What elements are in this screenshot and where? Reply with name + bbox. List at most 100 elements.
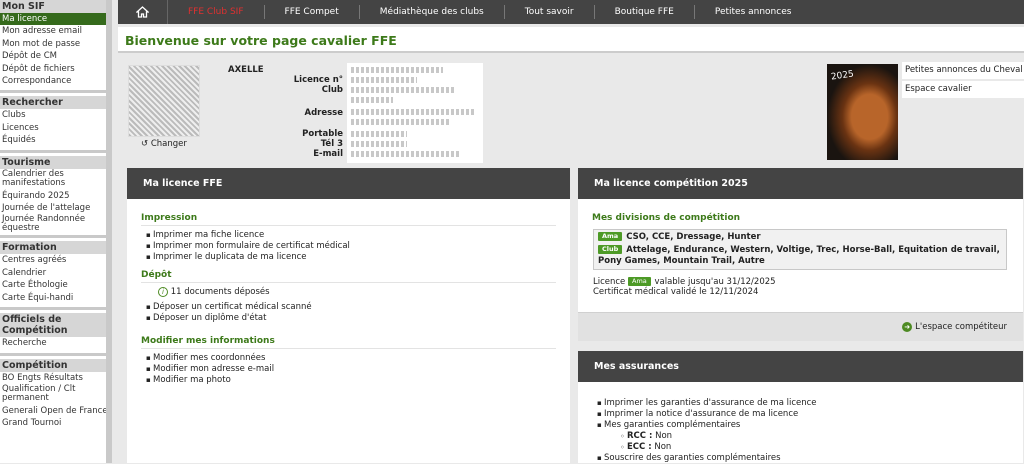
division-club-row: Club Attelage, Endurance, Western, Voltig…: [598, 245, 1002, 267]
print-duplicata-link[interactable]: Imprimer le duplicata de ma licence: [146, 252, 570, 263]
subscribe-guarantees-link[interactable]: Souscrire des garanties complémentaires: [597, 453, 1023, 464]
sidebar: Mon SIF Ma licence Mon adresse email Mon…: [0, 0, 112, 463]
badge-ama-small: Ama: [628, 277, 651, 286]
depot-count: 11 documents déposés: [170, 287, 270, 297]
profile-photo: [128, 65, 200, 137]
redacted-line: [351, 151, 459, 157]
horse-advert-image[interactable]: 2025: [827, 64, 898, 160]
upload-certificate-link[interactable]: Déposer un certificat médical scanné: [146, 302, 570, 313]
medical-certificate: Certificat médical validé le 12/11/2024: [593, 287, 759, 297]
sidebar-heading: Mon SIF: [0, 0, 106, 13]
home-icon: [136, 6, 149, 18]
club-disciplines: Attelage, Endurance, Western, Voltige, T…: [598, 245, 1000, 266]
sidebar-item-equirando[interactable]: Équirando 2025: [0, 190, 106, 202]
print-guarantees-link[interactable]: Imprimer les garanties d'assurance de ma…: [597, 398, 1023, 409]
home-button[interactable]: [118, 0, 168, 24]
sidebar-item-recherche[interactable]: Recherche: [0, 337, 106, 352]
sidebar-item-journee-randonnee[interactable]: Journée Randonnée équestre: [0, 214, 106, 235]
sidebar-item-ma-licence[interactable]: Ma licence: [0, 13, 106, 26]
upload-diploma-link[interactable]: Déposer un diplôme d'état: [146, 313, 570, 324]
redacted-line: [351, 119, 451, 125]
nav-tout-savoir[interactable]: Tout savoir: [505, 5, 595, 19]
licence-valid-date: valable jusqu'au 31/12/2025: [654, 277, 776, 287]
ecc-item: ECC : Non: [620, 442, 1023, 453]
link-petites-annonces[interactable]: Petites annonces du Cheval: [902, 62, 1024, 79]
label-licence: Licence n°: [293, 75, 343, 85]
badge-club: Club: [598, 245, 623, 254]
redacted-line: [351, 87, 455, 93]
sidebar-item-licences[interactable]: Licences: [0, 122, 106, 134]
sidebar-item-email[interactable]: Mon adresse email: [0, 25, 106, 37]
sidebar-heading: Compétition: [0, 358, 106, 372]
nav-ffe-compet[interactable]: FFE Compet: [265, 5, 360, 19]
depot-list: Déposer un certificat médical scanné Dép…: [146, 302, 570, 324]
nav-boutique[interactable]: Boutique FFE: [595, 5, 695, 19]
modify-list: Modifier mes coordonnées Modifier mon ad…: [146, 353, 570, 386]
sidebar-item-grand-tournoi[interactable]: Grand Tournoi: [0, 417, 106, 429]
modify-contact-link[interactable]: Modifier mes coordonnées: [146, 353, 570, 364]
sidebar-section-formation: Formation Centres agréés Calendrier Cart…: [0, 241, 106, 311]
top-navigation: FFE Club SIF FFE Compet Médiathèque des …: [118, 0, 1024, 24]
redacted-line: [351, 67, 443, 73]
print-licence-link[interactable]: Imprimer ma fiche licence: [146, 230, 570, 241]
sidebar-item-calendrier-manifestations[interactable]: Calendrier des manifestations: [0, 169, 106, 190]
impression-title: Impression: [141, 213, 556, 226]
ama-disciplines: CSO, CCE, Dressage, Hunter: [626, 232, 761, 242]
espace-competiteur-link[interactable]: ➜ L'espace compétiteur: [902, 322, 1007, 332]
modify-email-link[interactable]: Modifier mon adresse e-mail: [146, 364, 570, 375]
page-title: Bienvenue sur votre page cavalier FFE: [125, 33, 397, 48]
competition-panel-title: Ma licence compétition 2025: [578, 168, 1023, 199]
ads-block: 2025 Petites annonces du Cheval Espace c…: [827, 62, 1024, 162]
sidebar-heading: Formation: [0, 241, 106, 255]
nav-ffe-club-sif[interactable]: FFE Club SIF: [168, 5, 265, 19]
print-notice-link[interactable]: Imprimer la notice d'assurance de ma lic…: [597, 409, 1023, 420]
assurances-panel: Mes assurances Imprimer les garanties d'…: [578, 351, 1023, 464]
sidebar-item-journee-attelage[interactable]: Journée de l'attelage: [0, 202, 106, 214]
assurances-panel-title: Mes assurances: [578, 351, 1023, 382]
sidebar-item-clubs[interactable]: Clubs: [0, 109, 106, 121]
complementary-guarantees-label: Mes garanties complémentaires: [604, 420, 741, 430]
sidebar-section-mon-sif: Mon SIF Ma licence Mon adresse email Mon…: [0, 0, 106, 94]
espace-competiteur-label: L'espace compétiteur: [915, 322, 1007, 332]
licence-panel-title: Ma licence FFE: [127, 168, 570, 199]
profile-card: ↺ Changer AXELLE Licence n° Club Adresse…: [123, 60, 653, 165]
nav-mediatheque[interactable]: Médiathèque des clubs: [360, 5, 505, 19]
sidebar-item-equides[interactable]: Équidés: [0, 134, 106, 149]
sidebar-section-rechercher: Rechercher Clubs Licences Équidés: [0, 96, 106, 153]
link-espace-cavalier[interactable]: Espace cavalier: [902, 81, 1024, 98]
guarantees-sublist: RCC : Non ECC : Non: [620, 431, 1023, 453]
redacted-line: [351, 141, 407, 147]
label-tel3: Tél 3: [320, 139, 343, 149]
sidebar-item-bo-engts[interactable]: BO Engts Résultats: [0, 372, 106, 384]
welcome-bar: Bienvenue sur votre page cavalier FFE: [118, 27, 1024, 53]
licence-panel: Ma licence FFE Impression Imprimer ma fi…: [127, 168, 570, 463]
change-photo-label: Changer: [150, 139, 187, 149]
redacted-line: [351, 109, 475, 115]
label-portable: Portable: [302, 129, 343, 139]
nav-petites-annonces[interactable]: Petites annonces: [695, 5, 812, 19]
print-medical-form-link[interactable]: Imprimer mon formulaire de certificat mé…: [146, 241, 570, 252]
sidebar-item-depot-fichiers[interactable]: Dépôt de fichiers: [0, 63, 106, 75]
rcc-label: RCC :: [627, 431, 653, 441]
label-club: Club: [321, 85, 343, 95]
sidebar-item-carte-equi-handi[interactable]: Carte Équi-handi: [0, 292, 106, 307]
sidebar-item-correspondance[interactable]: Correspondance: [0, 75, 106, 90]
change-photo-button[interactable]: ↺ Changer: [141, 139, 187, 149]
ecc-value: Non: [654, 442, 672, 452]
modify-photo-link[interactable]: Modifier ma photo: [146, 375, 570, 386]
label-email: E-mail: [313, 149, 343, 159]
impression-list: Imprimer ma fiche licence Imprimer mon f…: [146, 230, 570, 263]
profile-name: AXELLE: [228, 65, 264, 75]
sidebar-heading: Tourisme: [0, 155, 106, 169]
sidebar-item-centres-agrees[interactable]: Centres agréés: [0, 254, 106, 266]
division-ama-row: Ama CSO, CCE, Dressage, Hunter: [598, 232, 1002, 243]
sidebar-item-depot-cm[interactable]: Dépôt de CM: [0, 50, 106, 62]
badge-ama: Ama: [598, 232, 623, 241]
rcc-value: Non: [655, 431, 673, 441]
sidebar-item-qualification[interactable]: Qualification / Clt permanent: [0, 384, 106, 405]
refresh-icon: ↺: [141, 139, 149, 149]
sidebar-item-password[interactable]: Mon mot de passe: [0, 38, 106, 50]
sidebar-item-carte-ethologie[interactable]: Carte Éthologie: [0, 279, 106, 291]
sidebar-item-generali-open[interactable]: Generali Open de France: [0, 405, 106, 417]
sidebar-item-calendrier[interactable]: Calendrier: [0, 267, 106, 279]
